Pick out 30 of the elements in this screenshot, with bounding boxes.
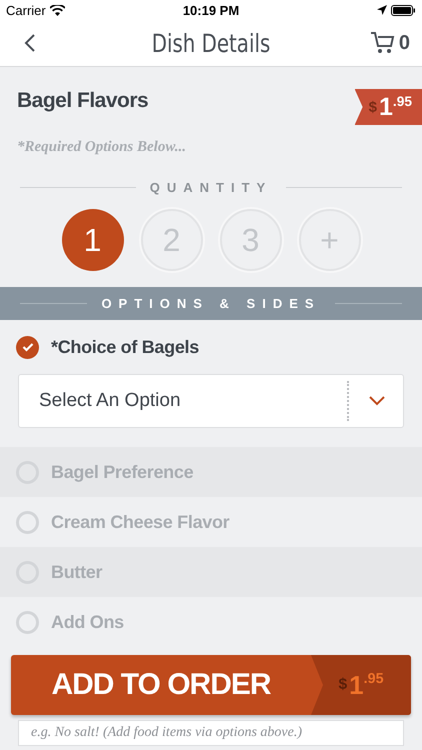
quantity-heading: QUANTITY <box>150 180 272 195</box>
price-amount: 1$^{.95}$ <box>378 94 412 120</box>
carrier-label: Carrier <box>6 2 46 18</box>
option-label[interactable]: Cream Cheese Flavor <box>51 512 230 532</box>
empty-circle-icon[interactable] <box>16 510 39 534</box>
option-label[interactable]: *Choice of Bagels <box>51 336 199 358</box>
screen-title: Dish Details <box>152 28 270 58</box>
quantity-option[interactable]: + <box>298 209 360 271</box>
wifi-icon <box>50 4 65 16</box>
quantity-option[interactable]: 1 <box>62 209 124 271</box>
button-price: 1$^{.95}$ <box>349 672 384 698</box>
dish-name: Bagel Flavors <box>17 89 148 113</box>
location-arrow-icon <box>377 5 387 15</box>
add-to-order-button[interactable]: ADD TO ORDER $1$^{.95}$ <box>11 655 411 715</box>
option-label[interactable]: Butter <box>51 562 102 582</box>
battery-icon <box>391 4 416 16</box>
option-select[interactable]: Select An Option <box>18 374 404 428</box>
option-label[interactable]: Bagel Preference <box>51 462 194 482</box>
back-button[interactable] <box>24 33 36 53</box>
options-heading: OPTIONS & SIDES <box>101 296 321 311</box>
cart-button[interactable]: 0 <box>370 31 410 55</box>
notes-field[interactable]: e.g. No salt! (Add food items via options above.) <box>18 720 404 746</box>
option-label[interactable]: Add Ons <box>51 612 124 632</box>
status-time: 10:19 PM <box>182 2 240 18</box>
currency-sign: $ <box>368 98 377 116</box>
empty-circle-icon[interactable] <box>16 610 39 634</box>
currency-sign: $ <box>338 676 348 694</box>
chevron-down-icon <box>369 396 385 406</box>
required-note: *Required Options Below... <box>16 138 188 156</box>
checked-circle-icon[interactable] <box>16 336 39 358</box>
